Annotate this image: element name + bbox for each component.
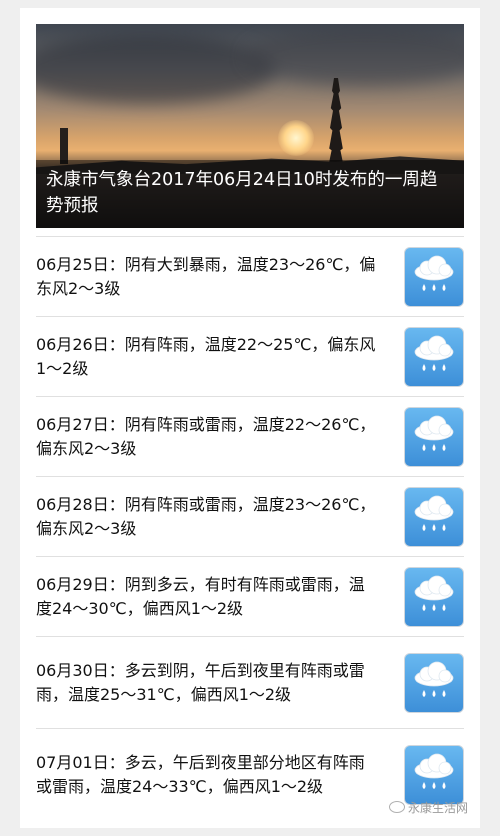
cloud-shape [246, 26, 464, 86]
rain-cloud-icon [404, 744, 464, 805]
rain-cloud-icon [404, 652, 464, 713]
distant-pagoda [60, 128, 68, 164]
rain-cloud-graphic [414, 415, 454, 451]
forecast-text: 06月28日：阴有阵雨或雷雨，温度23～26℃，偏东风2～3级 [36, 494, 376, 538]
rain-cloud-icon [404, 246, 464, 307]
forecast-text: 06月26日：阴有阵雨，温度22～25℃，偏东风1～2级 [36, 334, 376, 378]
rain-cloud-icon [404, 566, 464, 627]
forecast-list: 06月25日：阴有大到暴雨，温度23～26℃，偏东风2～3级 06月26日：阴有… [36, 236, 464, 820]
header-photo: 永康市气象台2017年06月24日10时发布的一周趋势预报 [36, 24, 464, 228]
rain-cloud-graphic [414, 661, 454, 697]
forecast-text: 06月30日：多云到阴，午后到夜里有阵雨或雷雨，温度25～31℃，偏西风1～2级 [36, 660, 365, 704]
article-card: 永康市气象台2017年06月24日10时发布的一周趋势预报 06月25日：阴有大… [20, 8, 480, 828]
header-caption: 永康市气象台2017年06月24日10时发布的一周趋势预报 [36, 160, 464, 228]
forecast-text: 06月29日：阴到多云，有时有阵雨或雷雨，温度24～30℃，偏西风1～2级 [36, 574, 365, 618]
forecast-row: 06月25日：阴有大到暴雨，温度23～26℃，偏东风2～3级 [36, 236, 464, 316]
rain-cloud-graphic [414, 575, 454, 611]
cloud-shape [36, 34, 276, 104]
rain-cloud-graphic [414, 495, 454, 531]
forecast-text: 06月27日：阴有阵雨或雷雨，温度22～26℃，偏东风2～3级 [36, 414, 376, 458]
pagoda-silhouette [328, 78, 344, 164]
forecast-row: 06月30日：多云到阴，午后到夜里有阵雨或雷雨，温度25～31℃，偏西风1～2级 [36, 636, 464, 728]
forecast-text: 07月01日：多云，午后到夜里部分地区有阵雨或雷雨，温度24～33℃，偏西风1～… [36, 752, 365, 796]
forecast-row: 06月29日：阴到多云，有时有阵雨或雷雨，温度24～30℃，偏西风1～2级 [36, 556, 464, 636]
wechat-icon [388, 801, 405, 813]
forecast-row: 06月28日：阴有阵雨或雷雨，温度23～26℃，偏东风2～3级 [36, 476, 464, 556]
rain-cloud-graphic [414, 335, 454, 371]
forecast-row: 06月26日：阴有阵雨，温度22～25℃，偏东风1～2级 [36, 316, 464, 396]
forecast-row: 06月27日：阴有阵雨或雷雨，温度22～26℃，偏东风2～3级 [36, 396, 464, 476]
rain-cloud-graphic [414, 753, 454, 789]
rain-cloud-icon [404, 486, 464, 547]
watermark-text: 永康生活网 [407, 801, 468, 815]
sun-glow [278, 120, 314, 156]
watermark: 永康生活网 [388, 799, 468, 816]
forecast-text: 06月25日：阴有大到暴雨，温度23～26℃，偏东风2～3级 [36, 254, 376, 298]
rain-cloud-icon [404, 406, 464, 467]
rain-cloud-graphic [414, 255, 454, 291]
rain-cloud-icon [404, 326, 464, 387]
